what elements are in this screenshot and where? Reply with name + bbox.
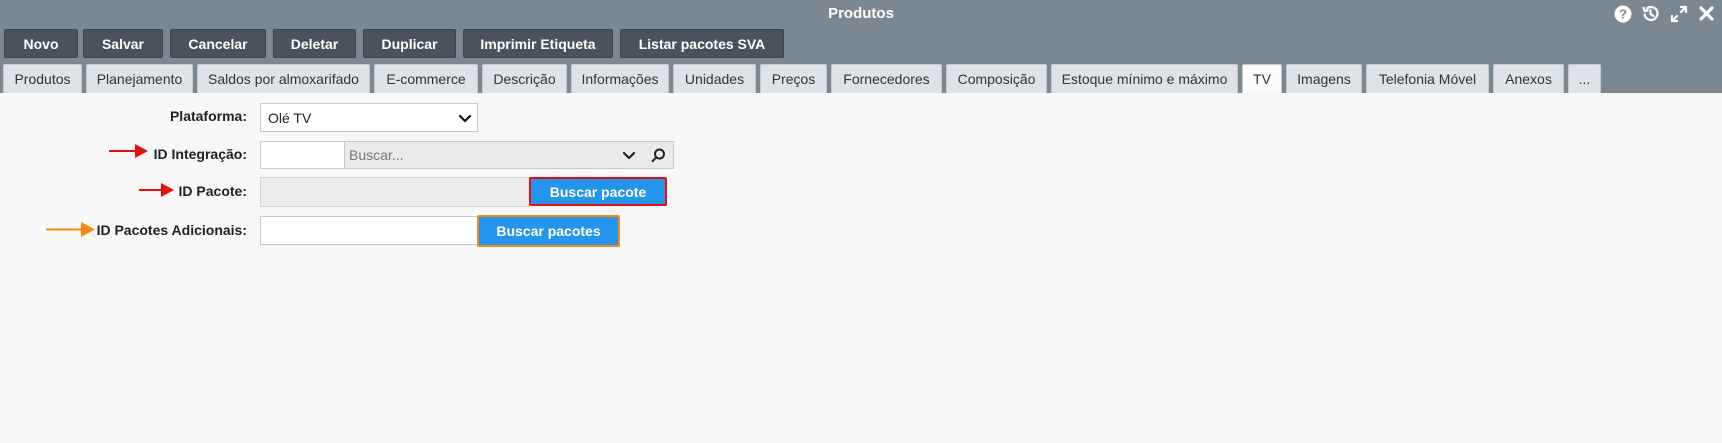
tab-e-commerce[interactable]: E-commerce [374, 64, 478, 93]
expand-icon[interactable] [1669, 4, 1688, 23]
search-icon[interactable] [651, 148, 666, 166]
id-integracao-search-placeholder: Buscar... [349, 147, 404, 163]
new-button[interactable]: Novo [4, 29, 78, 58]
id-integracao-search[interactable]: Buscar... [344, 141, 674, 169]
history-icon[interactable] [1641, 4, 1660, 23]
chevron-down-icon [458, 111, 472, 128]
tab-telefonia-movel[interactable]: Telefonia Móvel [1366, 64, 1489, 93]
tab-estoque-minimo-e-maximo[interactable]: Estoque mínimo e máximo [1051, 64, 1238, 93]
arrow-right-icon [46, 222, 95, 237]
toolbar: Novo Salvar Cancelar Deletar Duplicar Im… [0, 27, 1722, 61]
tab-precos[interactable]: Preços [760, 64, 827, 93]
chevron-down-icon[interactable] [622, 148, 636, 165]
tab-tv[interactable]: TV [1242, 64, 1282, 93]
close-icon[interactable] [1697, 4, 1716, 23]
tab-saldos-por-almoxarifado[interactable]: Saldos por almoxarifado [197, 64, 370, 93]
delete-button[interactable]: Deletar [273, 29, 356, 58]
tab-fornecedores[interactable]: Fornecedores [831, 64, 942, 93]
save-button[interactable]: Salvar [83, 29, 163, 58]
plataforma-value: Olé TV [268, 109, 312, 126]
tab-more[interactable]: ... [1568, 64, 1601, 93]
cancel-button[interactable]: Cancelar [170, 29, 266, 58]
tab-planejamento[interactable]: Planejamento [86, 64, 193, 93]
tab-produtos[interactable]: Produtos [3, 64, 82, 93]
tab-imagens[interactable]: Imagens [1286, 64, 1362, 93]
tab-content-tv [0, 93, 1722, 443]
id-pacotes-adicionais-input[interactable] [260, 216, 478, 245]
plataforma-select[interactable]: Olé TV [260, 103, 478, 132]
list-sva-packages-button[interactable]: Listar pacotes SVA [620, 29, 784, 58]
tab-informacoes[interactable]: Informações [571, 64, 669, 93]
plataforma-label: Plataforma: [169, 108, 247, 124]
buscar-pacote-button[interactable]: Buscar pacote [529, 177, 667, 206]
window-controls: ? [1613, 4, 1716, 23]
id-pacotes-adicionais-label: ID Pacotes Adicionais: [96, 222, 247, 238]
id-pacote-input[interactable] [260, 177, 530, 207]
window-title: Produtos [828, 5, 894, 22]
duplicate-button[interactable]: Duplicar [363, 29, 456, 58]
tab-unidades[interactable]: Unidades [673, 64, 756, 93]
tab-descricao[interactable]: Descrição [482, 64, 567, 93]
id-integracao-label: ID Integração: [153, 146, 247, 162]
id-integracao-input[interactable] [260, 141, 344, 169]
tab-bar: Produtos Planejamento Saldos por almoxar… [0, 61, 1722, 93]
print-label-button[interactable]: Imprimir Etiqueta [463, 29, 613, 58]
tab-anexos[interactable]: Anexos [1493, 64, 1564, 93]
svg-text:?: ? [1619, 6, 1627, 21]
id-pacote-label: ID Pacote: [178, 183, 247, 199]
title-bar: Produtos ? [0, 0, 1722, 27]
tab-composicao[interactable]: Composição [946, 64, 1047, 93]
arrow-right-icon [139, 183, 174, 197]
arrow-right-icon [109, 144, 148, 158]
buscar-pacotes-button[interactable]: Buscar pacotes [477, 215, 620, 247]
help-icon[interactable]: ? [1613, 4, 1632, 23]
